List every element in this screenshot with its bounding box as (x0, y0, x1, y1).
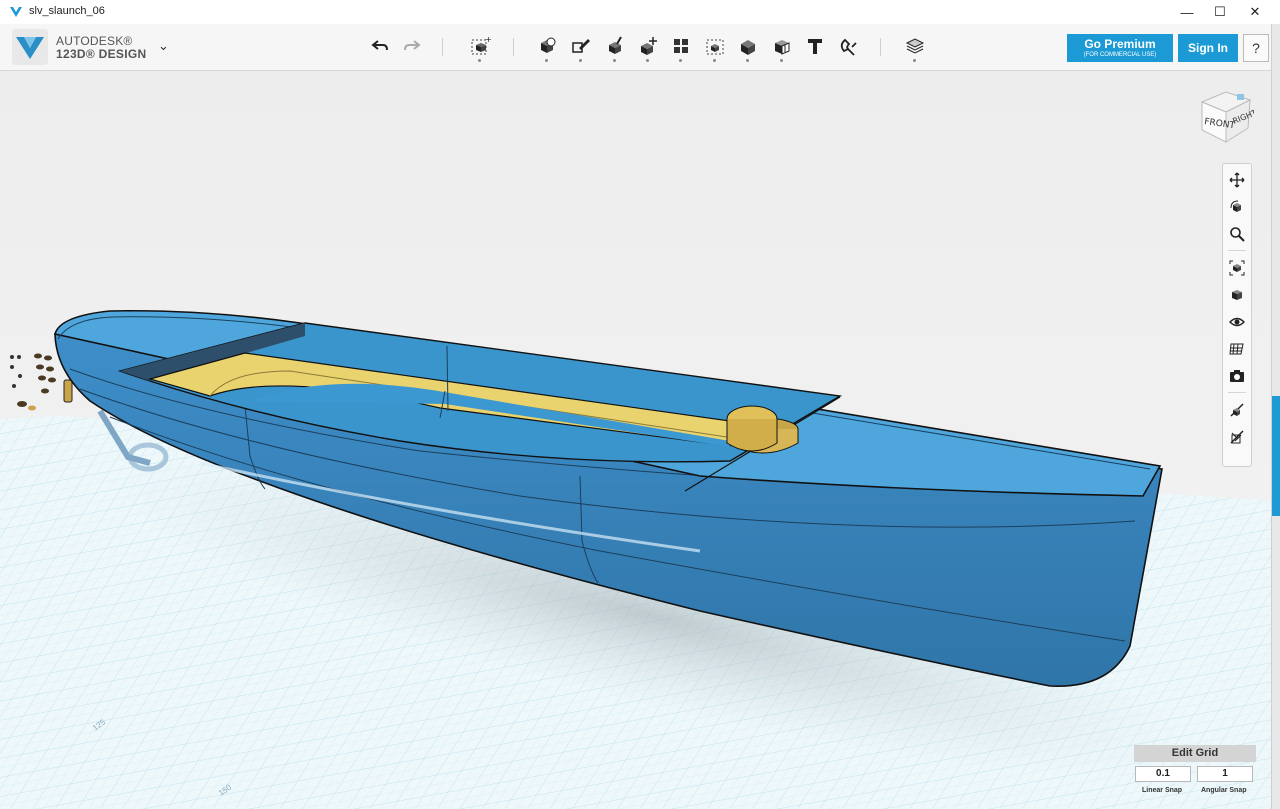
visibility-icon[interactable] (1225, 311, 1249, 333)
linear-snap-input[interactable]: 0.1 (1135, 766, 1191, 782)
go-premium-button[interactable]: Go Premium (FOR COMMERCIAL USE) (1067, 34, 1173, 62)
pan-icon[interactable] (1225, 169, 1249, 191)
view-cube[interactable]: FRONT RIGHT (1196, 86, 1258, 144)
navbar-separator (1228, 250, 1246, 251)
go-premium-sublabel: (FOR COMMERCIAL USE) (1083, 52, 1157, 58)
sign-in-button[interactable]: Sign In (1178, 34, 1238, 62)
angular-snap-input[interactable]: 1 (1197, 766, 1253, 782)
orbit-icon[interactable] (1225, 196, 1249, 218)
sketch-icon[interactable] (568, 33, 594, 62)
side-panel-handle[interactable] (1272, 396, 1280, 516)
grouping-icon[interactable] (702, 33, 728, 62)
svg-text:+: + (485, 35, 491, 44)
app-icon (10, 7, 22, 17)
side-panel-edge[interactable] (1271, 24, 1280, 809)
linear-snap-label: Linear Snap (1142, 787, 1183, 794)
brand-company: AUTODESK® (56, 34, 133, 48)
modify-icon[interactable] (635, 33, 661, 62)
app-menu-chevron-icon[interactable]: ⌄ (158, 38, 169, 54)
construct-icon[interactable] (602, 33, 628, 62)
transform-icon[interactable]: + (467, 33, 493, 62)
screenshot-icon[interactable] (1225, 365, 1249, 387)
close-button[interactable]: ✕ (1238, 0, 1272, 24)
autodesk-logo-icon[interactable] (12, 29, 48, 65)
title-bar: slv_slaunch_06 — ☐ ✕ (0, 0, 1280, 25)
undo-icon[interactable] (367, 33, 393, 59)
angular-snap-label: Angular Snap (1201, 787, 1247, 794)
measure-icon[interactable] (769, 33, 795, 62)
text-icon[interactable] (802, 33, 828, 59)
main-toolbar: AUTODESK® 123D® DESIGN ⌄ + Go Premium (F… (0, 24, 1271, 71)
view-icon[interactable] (1225, 284, 1249, 306)
scene-canvas[interactable]: 125 150 (0, 71, 1271, 809)
maximize-button[interactable]: ☐ (1203, 0, 1237, 24)
edit-grid-panel: Edit Grid 0.1 1 Linear Snap Angular Snap (1134, 745, 1256, 805)
toolbar-separator (442, 38, 443, 56)
toolbar-separator (513, 38, 514, 56)
zoom-icon[interactable] (1225, 223, 1249, 245)
snap-icon[interactable] (835, 33, 861, 59)
toolbar-separator (880, 38, 881, 56)
3d-viewport[interactable]: 125 150 (0, 71, 1271, 809)
hide-sketch-icon[interactable] (1225, 426, 1249, 448)
fit-icon[interactable] (1225, 257, 1249, 279)
edit-grid-button[interactable]: Edit Grid (1134, 745, 1256, 762)
brand-product: 123D® DESIGN (56, 47, 147, 61)
pattern-icon[interactable] (668, 33, 694, 62)
snap-view-icon[interactable] (1225, 399, 1249, 421)
navigation-bar (1222, 163, 1252, 467)
redo-icon[interactable] (399, 33, 425, 59)
help-button[interactable]: ? (1243, 34, 1269, 62)
minimize-button[interactable]: — (1170, 0, 1204, 24)
go-premium-label: Go Premium (1084, 37, 1156, 51)
navbar-separator (1228, 392, 1246, 393)
primitives-icon[interactable] (534, 33, 560, 62)
material-view-icon[interactable] (1225, 338, 1249, 360)
combine-icon[interactable] (735, 33, 761, 62)
materials-icon[interactable] (902, 33, 928, 62)
window-title: slv_slaunch_06 (29, 5, 105, 17)
